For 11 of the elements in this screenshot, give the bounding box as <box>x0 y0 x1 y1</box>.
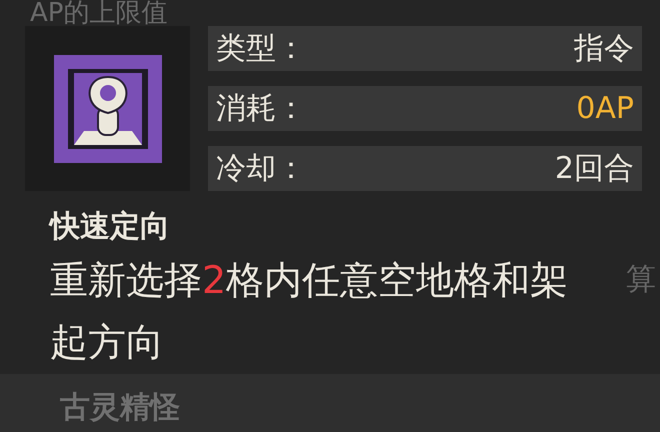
stat-label: 冷却： <box>216 150 306 188</box>
stat-label: 消耗： <box>216 90 306 128</box>
skill-name: 快速定向 <box>50 209 170 244</box>
background-title: 古灵精怪 <box>60 390 180 425</box>
stat-value: 0AP <box>576 90 634 128</box>
background-label: 算 <box>626 261 656 299</box>
pin-icon <box>54 54 162 162</box>
stat-value: 2回合 <box>554 150 634 188</box>
stat-value: 指令 <box>574 30 634 68</box>
skill-description: 重新选择2格内任意空地格和架起方向 <box>50 257 570 366</box>
stat-label: 类型： <box>216 30 306 68</box>
